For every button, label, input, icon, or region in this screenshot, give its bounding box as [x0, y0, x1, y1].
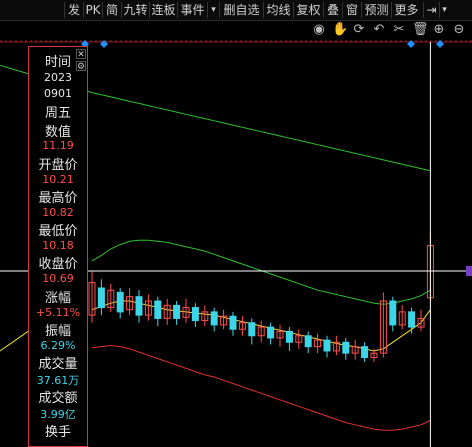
close-value: 10.69 — [42, 272, 74, 285]
high-label: 最高价 — [38, 191, 78, 206]
candle-down — [342, 341, 350, 354]
candle-down — [323, 339, 331, 352]
candle-down — [116, 291, 124, 313]
value-value: 11.19 — [42, 139, 74, 152]
candle-down — [361, 346, 369, 358]
event-marker-icon — [436, 40, 444, 48]
volume-label: 成交量 — [38, 357, 78, 372]
year-value: 2023 — [44, 71, 72, 84]
close-label: 收盘价 — [38, 257, 78, 272]
band-upper-line — [91, 239, 431, 305]
price-axis-marker — [466, 266, 472, 276]
candle-down — [267, 326, 275, 339]
value-label: 数值 — [44, 125, 71, 140]
candle-down — [154, 300, 162, 319]
low-label: 最低价 — [38, 224, 78, 239]
volume-value: 37.61万 — [36, 374, 80, 387]
time-label: 时间 — [44, 55, 71, 70]
weekday-value: 周五 — [44, 106, 71, 121]
change-value: +5.11% — [35, 306, 81, 319]
candle-down — [210, 311, 218, 326]
amplitude-label: 振幅 — [44, 324, 71, 339]
turnover-rate-label: 换手 — [44, 425, 71, 440]
low-value: 10.18 — [42, 239, 74, 252]
candle-down — [248, 322, 256, 337]
candle-down — [304, 335, 312, 348]
candle-down — [229, 315, 237, 330]
open-label: 开盘价 — [38, 158, 78, 173]
candle-down — [285, 330, 293, 343]
turnover-value: 3.99亿 — [40, 408, 76, 421]
candle-down — [97, 287, 105, 309]
candle-down — [191, 307, 199, 322]
candle-down — [408, 311, 416, 328]
turnover-label: 成交额 — [38, 391, 78, 406]
info-panel: ✕ ⚙ 时间 2023 0901 周五 数值 11.19 开盘价 10.21 最… — [28, 46, 88, 447]
amplitude-value: 6.29% — [40, 339, 76, 352]
band-lower-line — [91, 344, 431, 431]
candle-down — [173, 304, 181, 319]
date-value: 0901 — [44, 87, 72, 100]
ma-short-stub — [0, 331, 29, 352]
open-value: 10.21 — [42, 173, 74, 186]
event-marker-icon — [407, 40, 415, 48]
high-value: 10.82 — [42, 206, 74, 219]
candle-down — [389, 300, 397, 326]
candles-layer — [88, 231, 434, 362]
change-label: 涨幅 — [44, 291, 71, 306]
candle-down — [135, 296, 143, 316]
